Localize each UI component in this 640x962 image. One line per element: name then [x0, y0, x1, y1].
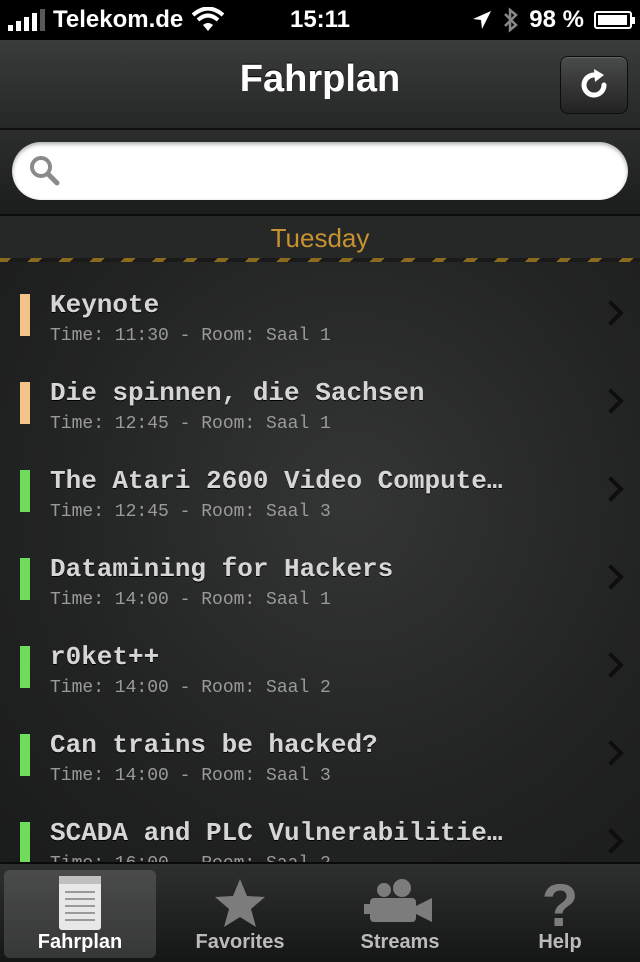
- status-right: 98 %: [471, 6, 635, 34]
- list-item[interactable]: Datamining for Hackers Time: 14:00 - Roo…: [0, 526, 640, 614]
- chevron-right-icon: [598, 828, 624, 854]
- event-title: Can trains be hacked?: [50, 730, 378, 760]
- tab-help[interactable]: ? Help: [484, 870, 636, 958]
- section-header: Tuesday: [0, 216, 640, 262]
- list-item[interactable]: The Atari 2600 Video Compute… Time: 12:4…: [0, 438, 640, 526]
- list-item[interactable]: Keynote Time: 11:30 - Room: Saal 1: [0, 262, 640, 350]
- event-title: Keynote: [50, 290, 160, 320]
- svg-text:?: ?: [542, 876, 579, 932]
- tab-label: Favorites: [195, 931, 285, 953]
- tab-fahrplan[interactable]: Fahrplan: [4, 870, 156, 958]
- chevron-right-icon: [598, 740, 624, 766]
- tab-label: Help: [538, 931, 582, 953]
- tab-label: Streams: [360, 931, 440, 953]
- refresh-button[interactable]: [560, 56, 628, 114]
- track-color-bar: [20, 382, 30, 424]
- event-list: Keynote Time: 11:30 - Room: Saal 1 Die s…: [0, 262, 640, 862]
- question-mark-icon: ?: [542, 876, 579, 932]
- video-camera-icon: [364, 879, 432, 922]
- tab-bar: Fahrplan Favorites Streams ? Help: [0, 862, 640, 962]
- tab-streams[interactable]: Streams: [324, 870, 476, 958]
- list-item[interactable]: Die spinnen, die Sachsen Time: 12:45 - R…: [0, 350, 640, 438]
- notepad-icon: [59, 876, 101, 930]
- location-arrow-icon: [473, 11, 492, 29]
- event-time-room: Time: 14:00 - Room: Saal 2: [50, 678, 331, 698]
- event-title: r0ket++: [50, 642, 160, 672]
- event-time-room: Time: 11:30 - Room: Saal 1: [50, 326, 331, 346]
- page-title: Fahrplan: [239, 58, 401, 100]
- event-title: Datamining for Hackers: [50, 554, 394, 584]
- bluetooth-icon: [504, 7, 519, 33]
- status-bar: Telekom.de 15:11 98 %: [0, 0, 640, 40]
- chevron-right-icon: [598, 564, 624, 590]
- section-day-label: Tuesday: [270, 223, 370, 253]
- search-input[interactable]: [76, 152, 610, 190]
- event-time-room: Time: 12:45 - Room: Saal 3: [50, 502, 331, 522]
- battery-icon: [594, 11, 635, 29]
- list-item[interactable]: Can trains be hacked? Time: 14:00 - Room…: [0, 702, 640, 790]
- chevron-right-icon: [598, 300, 624, 326]
- navigation-bar: Fahrplan: [0, 40, 640, 130]
- list-item[interactable]: r0ket++ Time: 14:00 - Room: Saal 2: [0, 614, 640, 702]
- event-time-room: Time: 14:00 - Room: Saal 3: [50, 766, 331, 786]
- track-color-bar: [20, 734, 30, 776]
- track-color-bar: [20, 470, 30, 512]
- battery-fill: [598, 15, 628, 25]
- tab-label: Fahrplan: [37, 931, 123, 953]
- star-icon: [215, 879, 265, 927]
- track-color-bar: [20, 558, 30, 600]
- track-color-bar: [20, 294, 30, 336]
- track-color-bar: [20, 822, 30, 862]
- search-icon: [30, 156, 60, 186]
- tab-favorites[interactable]: Favorites: [164, 870, 316, 958]
- event-time-room: Time: 16:00 - Room: Saal 2: [50, 854, 331, 862]
- refresh-icon: [581, 69, 607, 98]
- battery-percent: 98 %: [529, 6, 584, 33]
- chevron-right-icon: [598, 388, 624, 414]
- event-title: SCADA and PLC Vulnerabilitie…: [50, 818, 503, 848]
- event-time-room: Time: 12:45 - Room: Saal 1: [50, 414, 331, 434]
- chevron-right-icon: [598, 476, 624, 502]
- chevron-right-icon: [598, 652, 624, 678]
- event-time-room: Time: 14:00 - Room: Saal 1: [50, 590, 331, 610]
- search-bar: [0, 130, 640, 216]
- list-item[interactable]: SCADA and PLC Vulnerabilitie… Time: 16:0…: [0, 790, 640, 862]
- track-color-bar: [20, 646, 30, 688]
- search-field[interactable]: [12, 142, 628, 200]
- event-title: The Atari 2600 Video Compute…: [50, 466, 503, 496]
- event-title: Die spinnen, die Sachsen: [50, 378, 425, 408]
